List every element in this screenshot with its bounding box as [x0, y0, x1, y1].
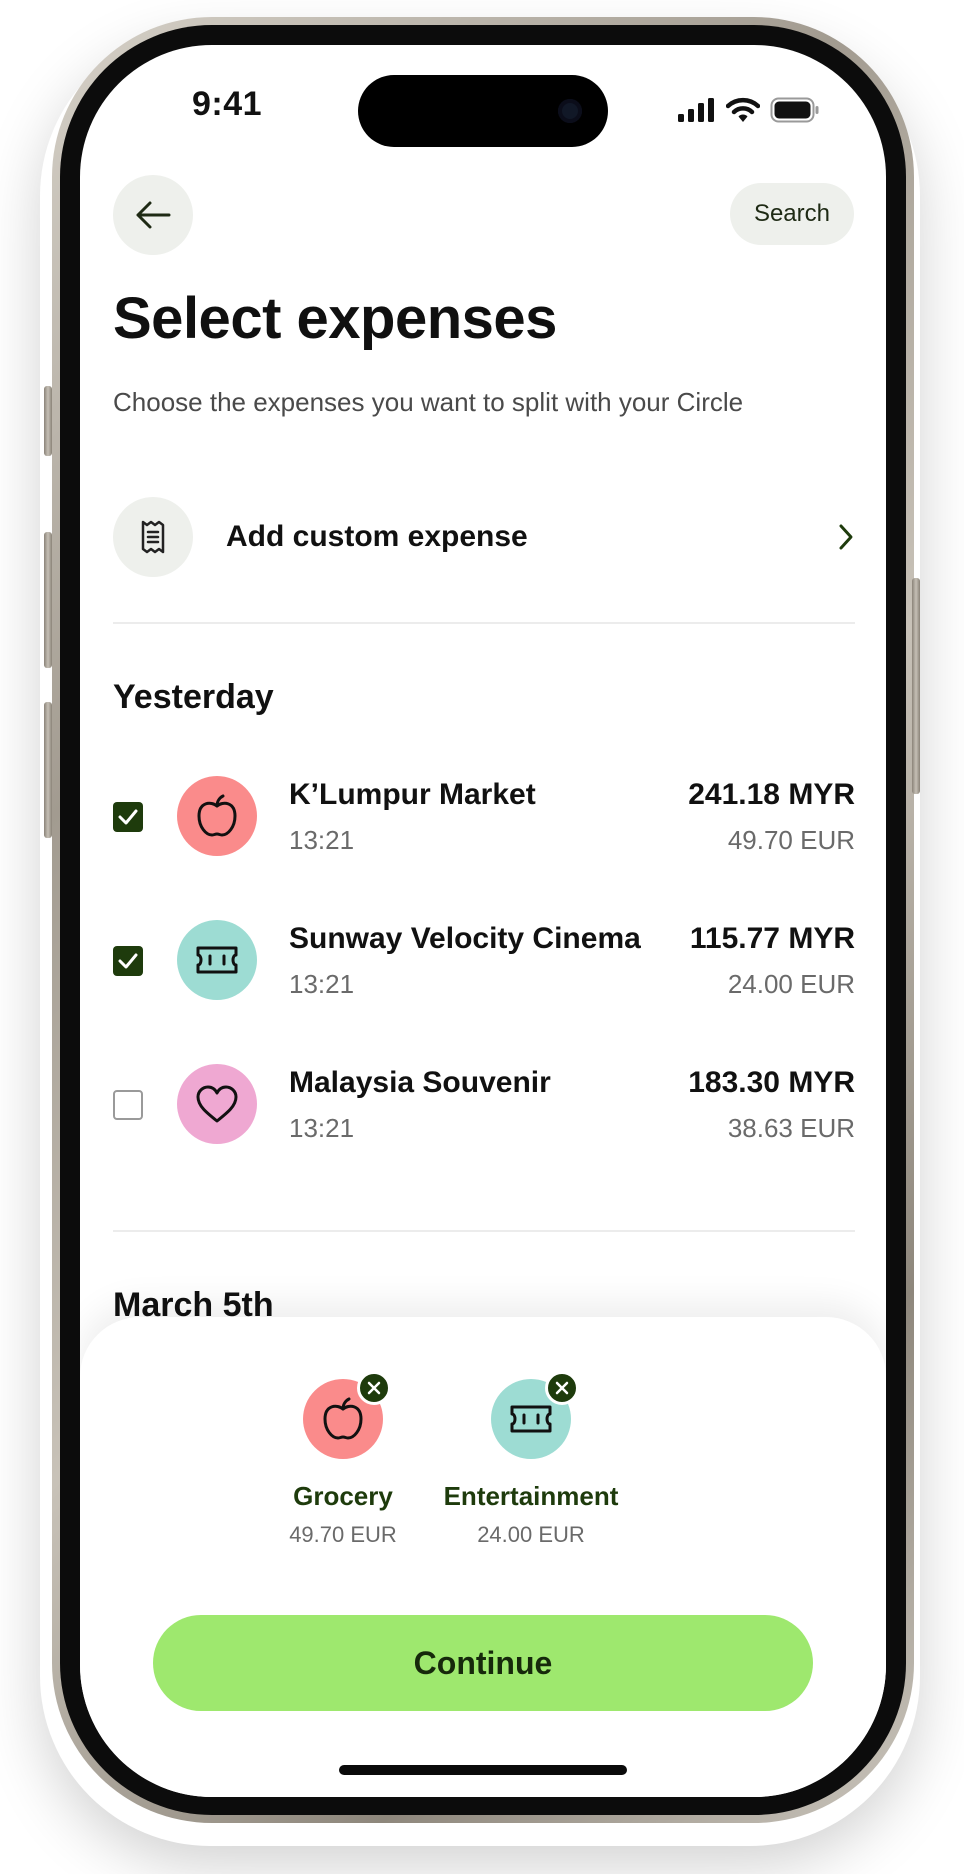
battery-icon [770, 97, 819, 123]
selected-category-chip: Grocery 49.70 EUR [243, 1371, 443, 1548]
back-button[interactable] [113, 175, 193, 255]
apple-icon [197, 794, 237, 837]
selected-category-label: Grocery [293, 1481, 393, 1511]
selected-category-avatar [303, 1371, 391, 1459]
expense-amount: 183.30 MYR [688, 1066, 855, 1099]
category-avatar [177, 776, 257, 856]
expense-time: 13:21 [289, 1113, 355, 1143]
expense-row[interactable]: Malaysia Souvenir 13:21 183.30 MYR 38.63… [113, 1064, 855, 1144]
heart-icon [196, 1085, 238, 1123]
selected-category-chip: Entertainment 24.00 EUR [431, 1371, 631, 1548]
home-indicator[interactable] [339, 1765, 627, 1775]
expense-converted-amount: 24.00 EUR [727, 969, 855, 999]
category-avatar [177, 1064, 257, 1144]
expense-amount: 115.77 MYR [689, 922, 855, 955]
close-icon [367, 1381, 381, 1395]
receipt-icon [141, 520, 165, 554]
expense-name: Malaysia Souvenir [289, 1066, 551, 1099]
section-title-yesterday: Yesterday [113, 678, 274, 716]
divider [113, 1230, 855, 1232]
expense-checkbox[interactable] [113, 946, 143, 976]
expense-row[interactable]: K’Lumpur Market 13:21 241.18 MYR 49.70 E… [113, 776, 855, 856]
page-subtitle: Choose the expenses you want to split wi… [113, 387, 744, 417]
status-icons [678, 97, 820, 123]
cellular-signal-icon [678, 98, 714, 122]
dynamic-island [358, 75, 608, 147]
add-custom-expense-row[interactable]: Add custom expense [113, 497, 855, 577]
volume-down-button [44, 702, 52, 838]
expense-name: K’Lumpur Market [289, 778, 536, 811]
status-time: 9:41 [192, 85, 263, 123]
expense-converted-amount: 49.70 EUR [727, 825, 855, 855]
selected-category-amount: 49.70 EUR [289, 1522, 397, 1547]
expense-checkbox[interactable] [113, 802, 143, 832]
checkmark-icon [118, 953, 138, 969]
ticket-icon [510, 1405, 552, 1433]
arrow-left-icon [136, 201, 171, 229]
selection-sheet: Grocery 49.70 EUR Entertainment 24.00 EU… [80, 1317, 886, 1797]
add-custom-expense-label: Add custom expense [226, 520, 528, 553]
selected-category-amount: 24.00 EUR [477, 1522, 585, 1547]
wifi-icon [726, 97, 760, 122]
page-title: Select expenses [113, 286, 557, 351]
remove-selection-button[interactable] [357, 1371, 391, 1405]
checkmark-icon [118, 809, 138, 825]
chevron-right-icon [839, 524, 853, 550]
ticket-icon [196, 946, 238, 974]
expense-amount: 241.18 MYR [688, 778, 855, 811]
expense-checkbox[interactable] [113, 1090, 143, 1120]
close-icon [555, 1381, 569, 1395]
app-screen: 9:41 Search Select expenses Choose the e… [80, 45, 886, 1797]
camera-icon [558, 99, 582, 123]
selected-category-label: Entertainment [443, 1481, 619, 1511]
expense-converted-amount: 38.63 EUR [727, 1113, 855, 1143]
expense-row[interactable]: Sunway Velocity Cinema 13:21 115.77 MYR … [113, 920, 855, 1000]
search-button[interactable]: Search [729, 183, 854, 245]
power-button [912, 578, 920, 794]
add-custom-expense-icon-wrap [113, 497, 193, 577]
action-button [44, 386, 52, 456]
volume-up-button [44, 532, 52, 668]
expense-time: 13:21 [289, 825, 355, 855]
divider [113, 622, 855, 624]
category-avatar [177, 920, 257, 1000]
remove-selection-button[interactable] [545, 1371, 579, 1405]
continue-button[interactable]: Continue [153, 1615, 813, 1711]
expense-name: Sunway Velocity Cinema [289, 922, 641, 955]
expense-time: 13:21 [289, 969, 355, 999]
apple-icon [323, 1397, 363, 1440]
selected-category-avatar [491, 1371, 579, 1459]
